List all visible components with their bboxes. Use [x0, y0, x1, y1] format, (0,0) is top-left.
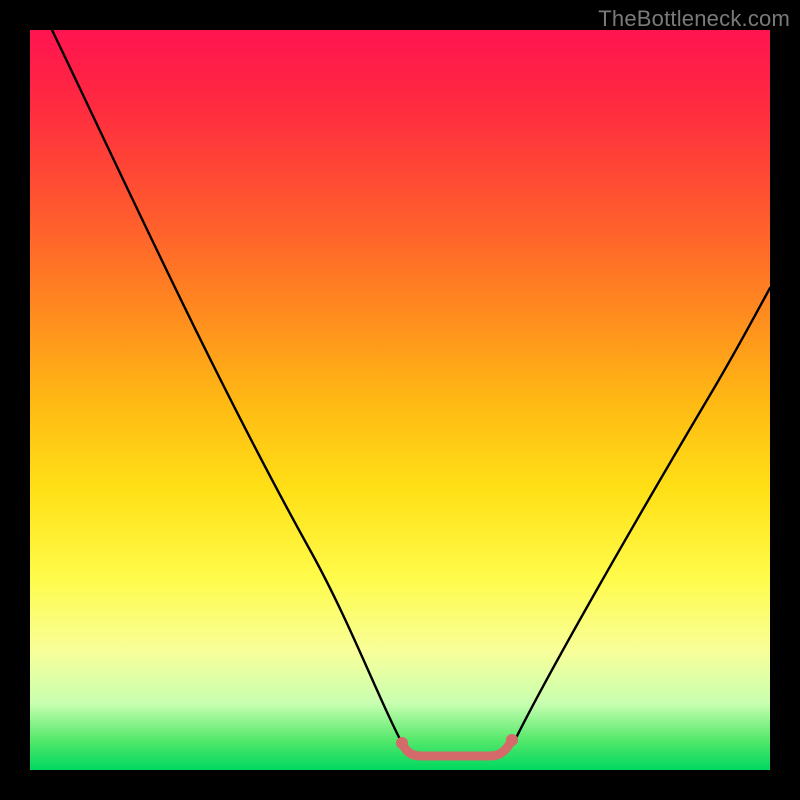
chart-frame: TheBottleneck.com — [0, 0, 800, 800]
main-curve — [52, 30, 770, 758]
marker-dot-right — [506, 734, 518, 746]
watermark-text: TheBottleneck.com — [598, 6, 790, 32]
marker-dot-left — [396, 737, 408, 749]
marker-band — [402, 740, 512, 756]
bottleneck-curve-svg — [30, 30, 770, 770]
plot-area — [30, 30, 770, 770]
